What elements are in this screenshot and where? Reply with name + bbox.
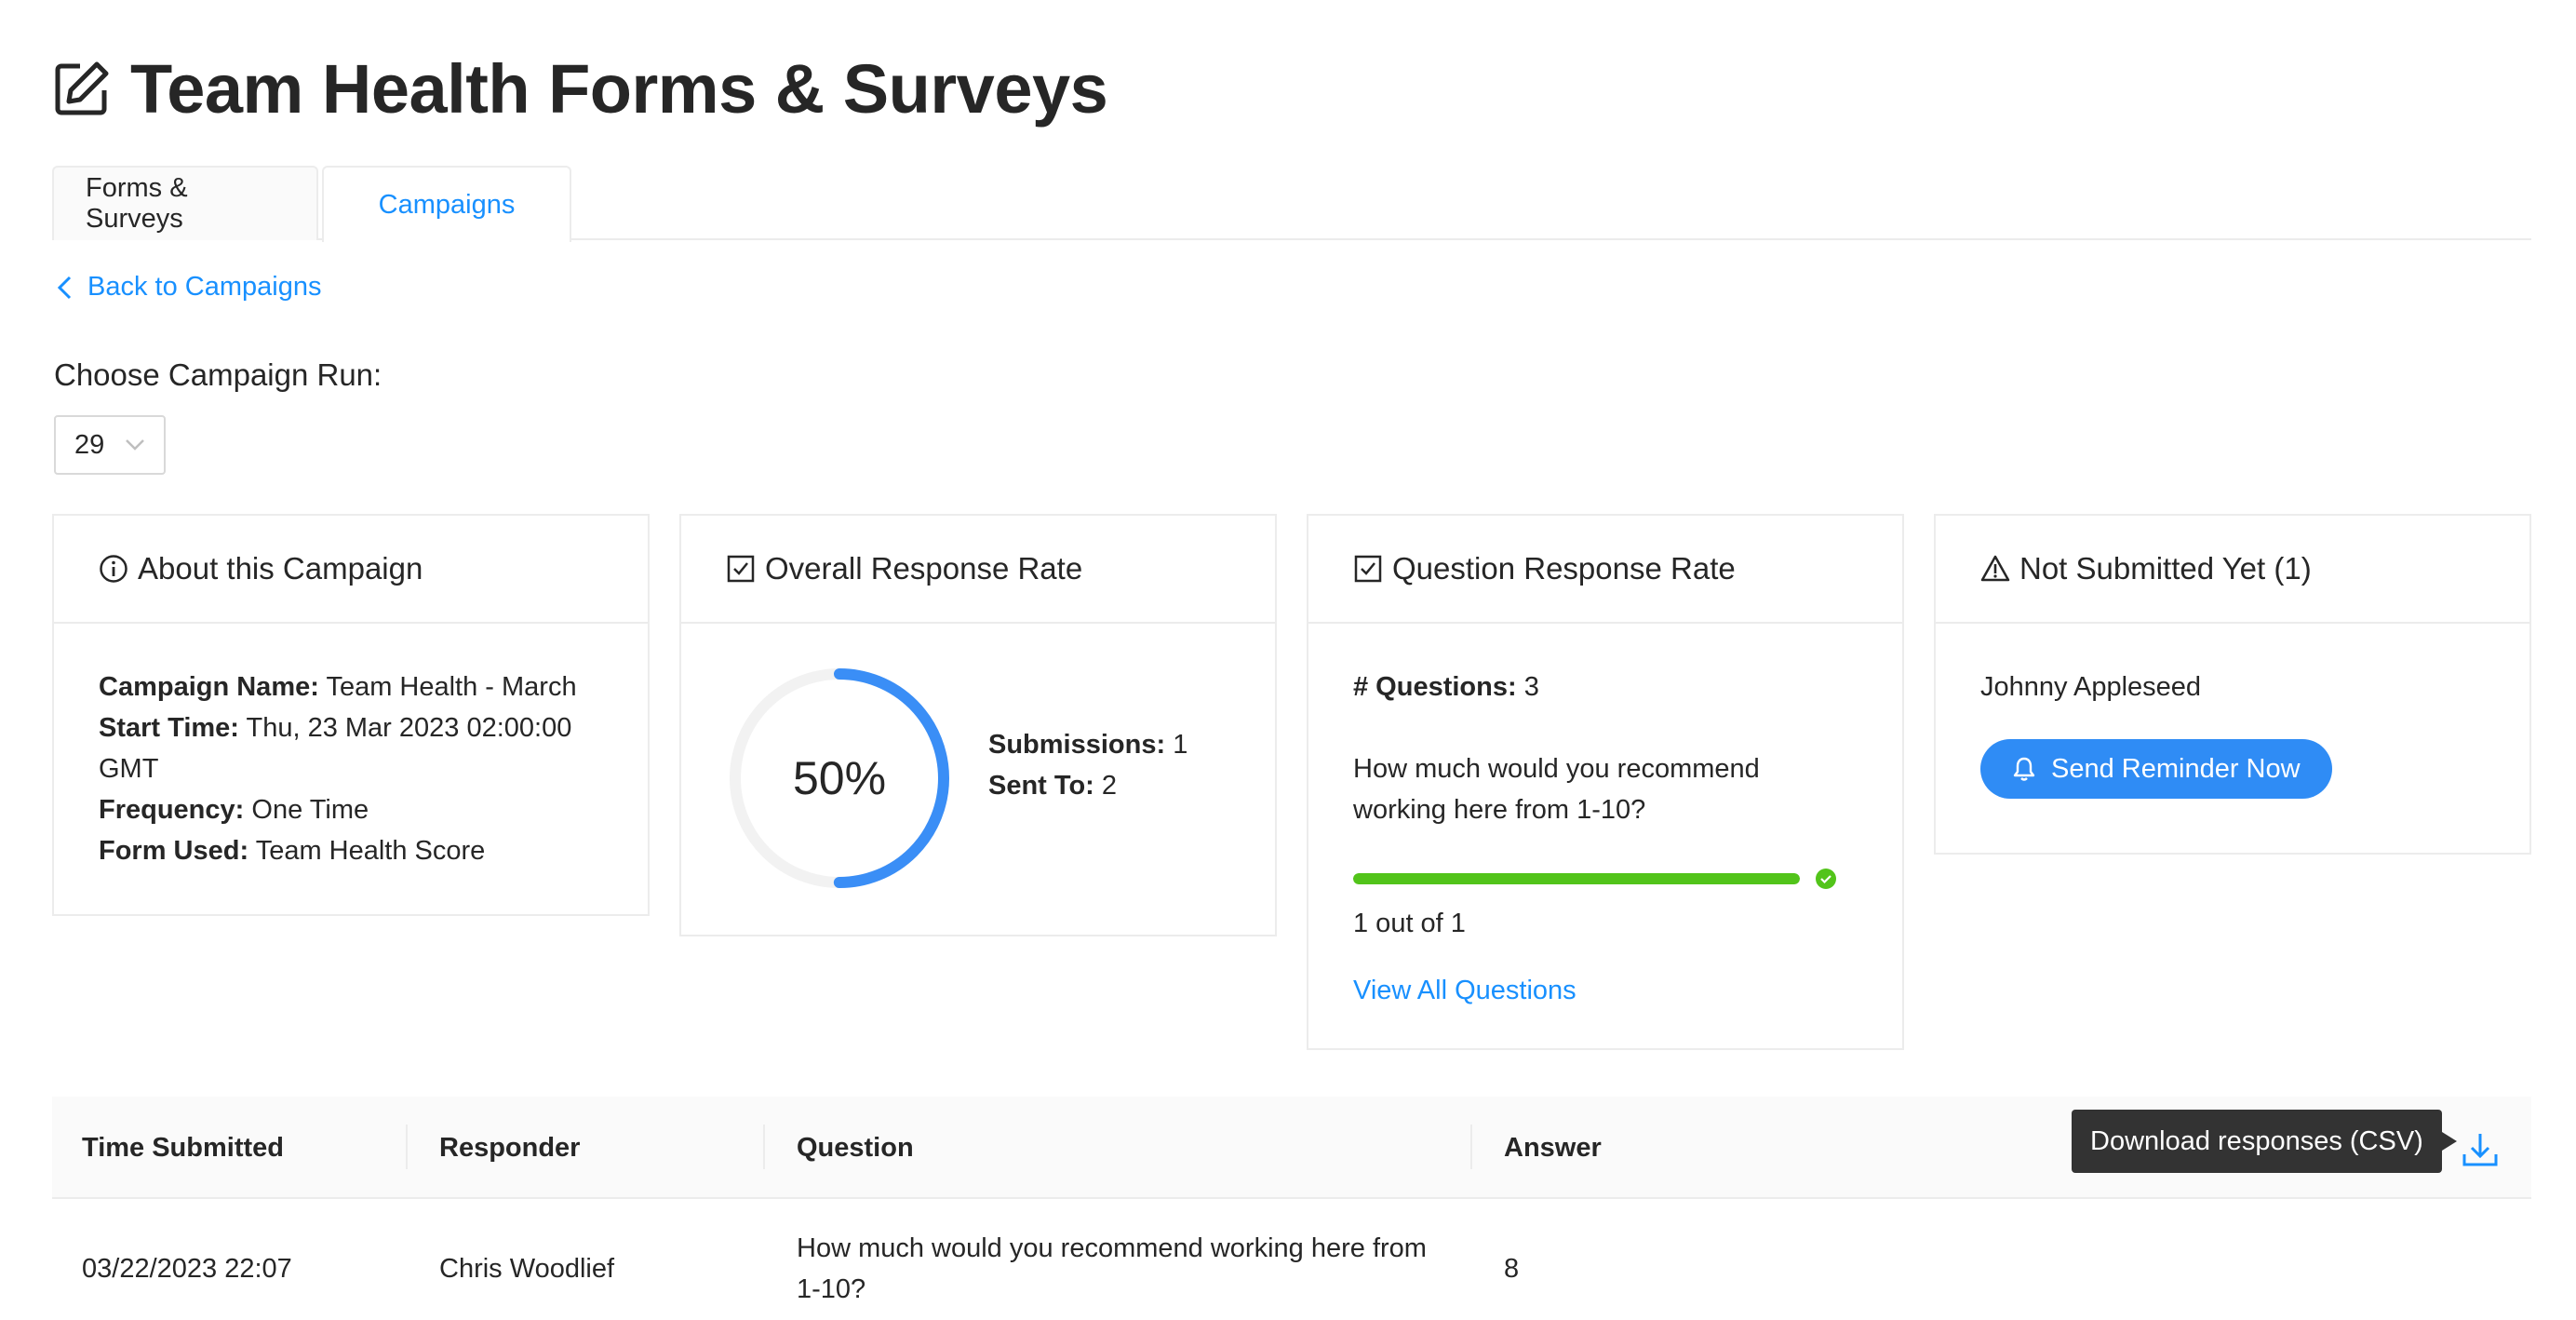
about-campaign-card: About this Campaign Campaign Name: Team … bbox=[52, 514, 650, 916]
pending-person: Johnny Appleseed bbox=[1980, 672, 2202, 702]
response-rate-donut: 50% bbox=[726, 665, 953, 892]
column-divider bbox=[1470, 1125, 1472, 1169]
question-count-label: # Questions: bbox=[1353, 672, 1517, 702]
about-card-header: About this Campaign bbox=[54, 516, 648, 624]
check-circle-icon bbox=[1816, 869, 1836, 889]
tab-campaigns[interactable]: Campaigns bbox=[322, 166, 571, 242]
send-reminder-label: Send Reminder Now bbox=[2051, 754, 2301, 784]
submissions-label: Submissions: bbox=[988, 730, 1166, 760]
progress-fill bbox=[1353, 873, 1800, 884]
tab-forms-surveys[interactable]: Forms & Surveys bbox=[52, 166, 318, 240]
back-link-label: Back to Campaigns bbox=[87, 272, 322, 302]
submissions-value: 1 bbox=[1173, 730, 1188, 760]
about-card-body: Campaign Name: Team Health - March Start… bbox=[54, 624, 648, 914]
sent-to-label: Sent To: bbox=[988, 771, 1094, 801]
column-header-responder[interactable]: Responder bbox=[439, 1097, 580, 1199]
question-text: How much would you recommend working her… bbox=[1353, 754, 1760, 825]
response-rate-percent: 50% bbox=[792, 752, 887, 804]
cell-answer: 8 bbox=[1504, 1254, 1520, 1284]
overall-card-header: Overall Response Rate bbox=[681, 516, 1275, 624]
campaign-name-label: Campaign Name: bbox=[99, 672, 319, 702]
page-header: Team Health Forms & Surveys bbox=[52, 47, 1108, 130]
warning-icon bbox=[1980, 555, 2010, 582]
cell-question: How much would you recommend working her… bbox=[797, 1233, 1427, 1304]
question-card-title: Question Response Rate bbox=[1392, 551, 1736, 586]
send-reminder-button[interactable]: Send Reminder Now bbox=[1980, 739, 2332, 799]
response-stats: Submissions: 1 Sent To: 2 bbox=[988, 724, 1187, 806]
column-header-answer[interactable]: Answer bbox=[1504, 1097, 1602, 1199]
view-all-questions-link[interactable]: View All Questions bbox=[1353, 970, 1858, 1011]
page: Team Health Forms & Surveys Forms & Surv… bbox=[0, 0, 2576, 1320]
edit-icon bbox=[55, 61, 109, 115]
about-card-title: About this Campaign bbox=[138, 551, 423, 586]
page-title: Team Health Forms & Surveys bbox=[130, 49, 1108, 128]
column-divider bbox=[406, 1125, 408, 1169]
column-header-time[interactable]: Time Submitted bbox=[82, 1097, 284, 1199]
campaign-run-value: 29 bbox=[74, 429, 105, 460]
checkbox-icon bbox=[1354, 555, 1382, 583]
column-divider bbox=[763, 1125, 765, 1169]
chevron-left-icon bbox=[57, 276, 72, 299]
download-tooltip: Download responses (CSV) bbox=[2072, 1110, 2457, 1173]
campaign-run-select[interactable]: 29 bbox=[54, 415, 166, 475]
question-card-header: Question Response Rate bbox=[1308, 516, 1902, 624]
progress-track bbox=[1353, 873, 1800, 884]
question-card-body: # Questions: 3 How much would you recomm… bbox=[1308, 624, 1902, 1054]
responses-table: Time Submitted Responder Question Answer… bbox=[52, 1097, 2531, 1320]
tab-bar: Forms & Surveys Campaigns bbox=[52, 166, 2531, 242]
progress-count: 1 out of 1 bbox=[1353, 909, 1466, 938]
table-header: Time Submitted Responder Question Answer… bbox=[52, 1097, 2531, 1199]
table-row[interactable]: 03/22/2023 22:07 Chris Woodlief How much… bbox=[52, 1199, 2531, 1320]
overall-response-card: Overall Response Rate 50% Submissions: 1… bbox=[679, 514, 1277, 936]
not-submitted-body: Johnny Appleseed Send Reminder Now bbox=[1936, 624, 2529, 842]
question-progress bbox=[1353, 868, 1858, 890]
cell-responder: Chris Woodlief bbox=[439, 1254, 615, 1284]
chevron-down-icon bbox=[126, 439, 144, 451]
question-response-card: Question Response Rate # Questions: 3 Ho… bbox=[1307, 514, 1904, 1050]
sent-to-value: 2 bbox=[1101, 771, 1118, 801]
start-time-label: Start Time: bbox=[99, 713, 239, 743]
campaign-name-value: Team Health - March bbox=[326, 672, 577, 702]
back-to-campaigns-link[interactable]: Back to Campaigns bbox=[56, 272, 321, 303]
info-icon bbox=[100, 555, 127, 583]
frequency-value: One Time bbox=[251, 795, 369, 825]
overall-card-title: Overall Response Rate bbox=[765, 551, 1083, 586]
not-submitted-title: Not Submitted Yet (1) bbox=[2019, 551, 2312, 586]
question-count-value: 3 bbox=[1523, 672, 1539, 702]
cell-time: 03/22/2023 22:07 bbox=[82, 1254, 292, 1284]
not-submitted-card: Not Submitted Yet (1) Johnny Appleseed S… bbox=[1934, 514, 2531, 855]
campaign-run-label: Choose Campaign Run: bbox=[54, 357, 382, 392]
form-used-value: Team Health Score bbox=[255, 836, 486, 866]
checkbox-icon bbox=[727, 555, 755, 583]
bell-icon bbox=[2013, 757, 2035, 781]
not-submitted-header: Not Submitted Yet (1) bbox=[1936, 516, 2529, 624]
form-used-label: Form Used: bbox=[99, 836, 249, 866]
frequency-label: Frequency: bbox=[99, 795, 245, 825]
download-icon[interactable] bbox=[2461, 1130, 2500, 1169]
column-header-question[interactable]: Question bbox=[797, 1097, 914, 1199]
